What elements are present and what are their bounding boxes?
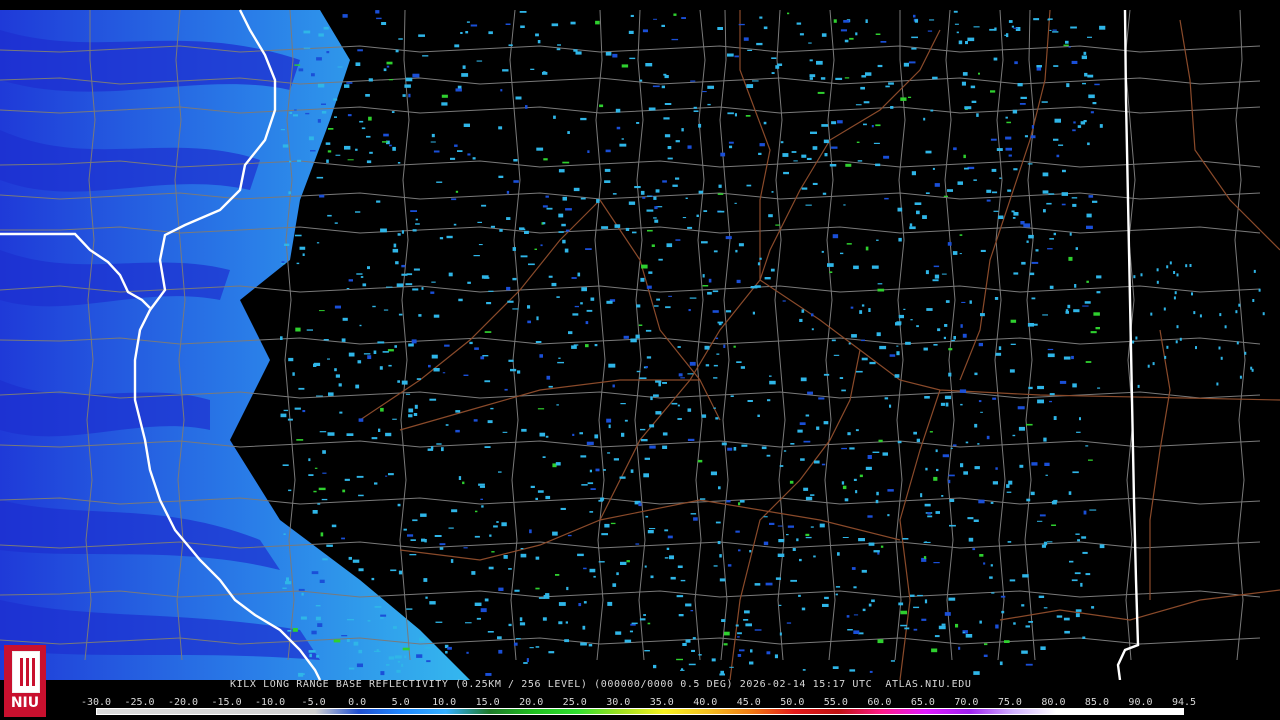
colorbar-label: 90.0 [1128, 697, 1153, 708]
colorbar-label: 70.0 [954, 697, 979, 708]
colorbar-label: -15.0 [211, 697, 242, 708]
colorbar-label: 10.0 [432, 697, 457, 708]
colorbar-label: 35.0 [649, 697, 674, 708]
colorbar-label: 40.0 [693, 697, 718, 708]
colorbar-label: 94.5 [1171, 697, 1197, 708]
colorbar-label: 80.0 [1041, 697, 1066, 708]
colorbar-label: -20.0 [167, 697, 199, 708]
radar-map[interactable] [0, 0, 1280, 680]
colorbar-label: -5.0 [301, 697, 326, 708]
colorbar-label: 65.0 [910, 697, 935, 708]
radar-map-canvas [0, 9, 1280, 680]
reflectivity-colorbar [96, 708, 1184, 715]
colorbar-label: 45.0 [736, 697, 761, 708]
colorbar-label: 75.0 [997, 697, 1022, 708]
colorbar-label: 20.0 [519, 697, 544, 708]
colorbar-label: 60.0 [867, 697, 892, 708]
colorbar-label: 85.0 [1084, 697, 1109, 708]
colorbar-label: 25.0 [562, 697, 587, 708]
niu-logo: NIU [4, 645, 46, 717]
colorbar-label: 5.0 [391, 697, 410, 708]
niu-tower-icon [12, 651, 40, 693]
colorbar-label: -25.0 [124, 697, 155, 708]
colorbar-label: 50.0 [780, 697, 805, 708]
colorbar-label: 55.0 [823, 697, 848, 708]
colorbar-label: 15.0 [475, 697, 500, 708]
colorbar-label: -10.0 [255, 697, 286, 708]
ground-clutter-speckles [280, 10, 1265, 677]
product-caption: KILX LONG RANGE BASE REFLECTIVITY (0.25K… [230, 679, 972, 690]
colorbar-label: -30.0 [80, 697, 112, 708]
niu-logo-text: NIU [10, 695, 40, 711]
colorbar-label: 30.0 [606, 697, 631, 708]
colorbar-label: 0.0 [348, 697, 367, 708]
